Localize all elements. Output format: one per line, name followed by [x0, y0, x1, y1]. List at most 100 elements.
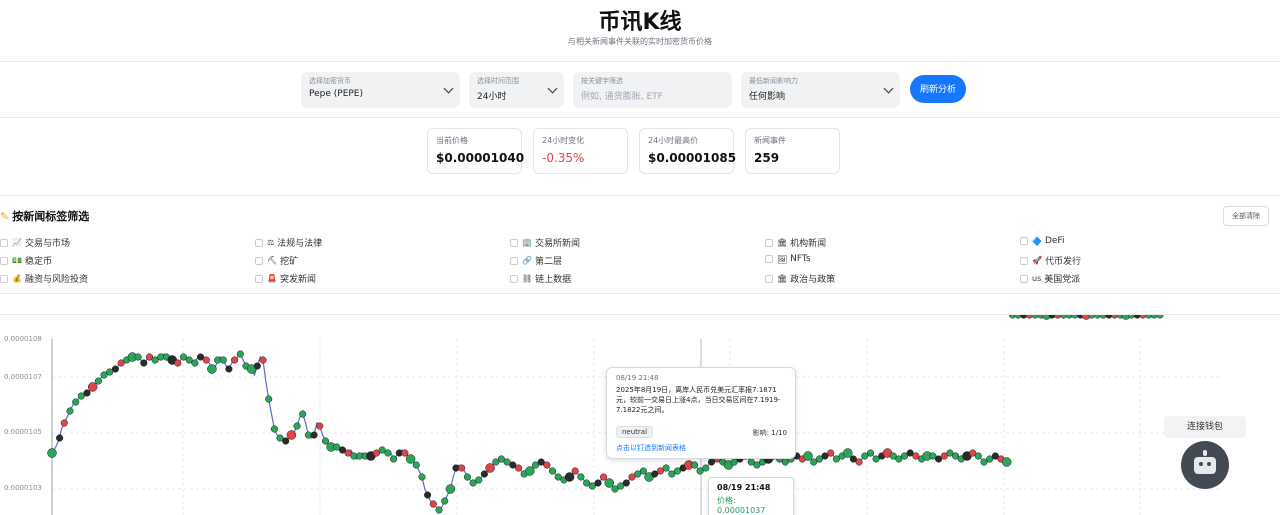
news-tooltip[interactable]: 08/19 21:48 2025年8月19日，离岸人民币兑美元汇率报7.1871…: [606, 367, 796, 459]
news-event-marker[interactable]: [219, 356, 227, 364]
checkbox-icon[interactable]: [765, 238, 773, 247]
checkbox-icon[interactable]: [0, 274, 8, 283]
news-event-marker[interactable]: [543, 461, 551, 469]
news-event-marker[interactable]: [401, 449, 409, 457]
news-event-marker[interactable]: [140, 359, 148, 367]
news-event-marker[interactable]: [286, 430, 297, 440]
news-event-marker[interactable]: [974, 452, 982, 460]
news-event-marker[interactable]: [564, 472, 575, 482]
checkbox-icon[interactable]: [510, 238, 518, 247]
news-event-marker[interactable]: [72, 398, 80, 406]
news-event-marker[interactable]: [270, 425, 278, 433]
news-event-marker[interactable]: [435, 506, 443, 514]
tag-filter-option[interactable]: 🏢 交易所新闻: [510, 236, 580, 252]
checkbox-icon[interactable]: [1020, 237, 1028, 245]
news-event-marker[interactable]: [66, 407, 74, 415]
news-event-marker[interactable]: [412, 461, 420, 469]
tag-filter-option[interactable]: 💰 融资与风险投资: [0, 272, 88, 288]
checkbox-icon[interactable]: [1020, 256, 1028, 265]
tag-filter-option[interactable]: 🔷 DeFi: [1020, 236, 1064, 252]
news-event-marker[interactable]: [47, 448, 57, 458]
checkbox-icon[interactable]: [255, 238, 263, 247]
news-event-marker[interactable]: [265, 395, 273, 403]
clear-all-button[interactable]: 全部清除: [1223, 206, 1269, 226]
news-event-marker[interactable]: [384, 449, 392, 457]
news-event-marker[interactable]: [525, 466, 535, 476]
news-event-marker[interactable]: [225, 365, 233, 373]
news-event-marker[interactable]: [191, 359, 199, 367]
news-event-marker[interactable]: [485, 463, 495, 473]
news-event-marker[interactable]: [702, 464, 710, 472]
checkbox-icon[interactable]: [510, 274, 518, 283]
checkbox-icon[interactable]: [1020, 274, 1028, 283]
chatbot-button[interactable]: [1181, 441, 1229, 489]
news-event-marker[interactable]: [463, 473, 471, 481]
news-event-marker[interactable]: [405, 454, 416, 464]
news-event-marker[interactable]: [424, 491, 432, 499]
refresh-button[interactable]: 刷新分析: [910, 75, 966, 103]
news-event-marker[interactable]: [207, 364, 217, 374]
tag-filter-option[interactable]: 📈 交易与市场: [0, 236, 70, 252]
news-event-marker[interactable]: [662, 464, 670, 472]
checkbox-icon[interactable]: [510, 256, 518, 265]
news-event-marker[interactable]: [321, 437, 330, 445]
news-event-marker[interactable]: [282, 437, 290, 445]
tag-filter-option[interactable]: ⛏ 挖矿: [255, 254, 298, 270]
checkbox-icon[interactable]: [0, 238, 8, 247]
news-event-marker[interactable]: [94, 377, 102, 385]
keyword-input[interactable]: 按关键字筛选 例如, 通货膨胀, ETF: [573, 72, 732, 108]
news-event-marker[interactable]: [60, 419, 68, 427]
news-event-marker[interactable]: [87, 382, 98, 392]
news-event-marker[interactable]: [259, 356, 267, 364]
tag-filter-option[interactable]: 💵 稳定币: [0, 254, 52, 270]
news-event-marker[interactable]: [594, 479, 602, 487]
news-event-marker[interactable]: [418, 473, 426, 481]
tag-filter-option[interactable]: 🏛 机构新闻: [765, 236, 826, 252]
connect-wallet-button[interactable]: 连接钱包: [1164, 416, 1246, 438]
news-event-marker[interactable]: [639, 467, 647, 475]
tag-filter-option[interactable]: 🔗 第二层: [510, 254, 562, 270]
news-event-marker[interactable]: [475, 476, 483, 484]
news-event-marker[interactable]: [600, 473, 608, 481]
tag-filter-option[interactable]: ⛓ 链上数据: [510, 272, 571, 288]
tag-filter-option[interactable]: ⚖ 法规与法律: [255, 236, 322, 252]
pin-news-link[interactable]: 点击以钉选到新闻表格: [616, 443, 686, 453]
checkbox-icon[interactable]: [255, 256, 263, 265]
news-event-marker[interactable]: [316, 422, 324, 430]
news-event-marker[interactable]: [174, 359, 182, 367]
news-event-marker[interactable]: [514, 464, 523, 472]
news-event-marker[interactable]: [548, 467, 557, 475]
news-event-marker[interactable]: [134, 353, 142, 361]
news-event-marker[interactable]: [1001, 457, 1012, 467]
checkbox-icon[interactable]: [765, 255, 773, 263]
tag-filter-option[interactable]: 🚨 突发新闻: [255, 272, 316, 288]
news-event-marker[interactable]: [827, 449, 835, 457]
news-event-marker[interactable]: [56, 434, 64, 442]
news-event-marker[interactable]: [458, 464, 466, 472]
news-event-marker[interactable]: [441, 497, 449, 505]
news-event-marker[interactable]: [571, 467, 579, 475]
news-event-marker[interactable]: [843, 448, 853, 458]
news-event-marker[interactable]: [83, 389, 91, 397]
news-event-marker[interactable]: [310, 431, 318, 439]
news-event-marker[interactable]: [480, 470, 488, 478]
news-event-marker[interactable]: [622, 479, 630, 487]
news-event-marker[interactable]: [803, 451, 813, 461]
news-event-marker[interactable]: [390, 455, 398, 463]
checkbox-icon[interactable]: [0, 256, 8, 265]
impact-select[interactable]: 最低新闻影响力 任何影响: [741, 72, 900, 108]
news-event-marker[interactable]: [604, 478, 615, 488]
tag-filter-option[interactable]: 🖼 NFTs: [765, 254, 811, 270]
news-event-marker[interactable]: [111, 365, 119, 373]
news-event-marker[interactable]: [855, 458, 863, 466]
news-event-marker[interactable]: [445, 484, 456, 494]
crypto-select[interactable]: 选择加密货币 Pepe (PEPE): [301, 72, 460, 108]
tag-filter-option[interactable]: us 美国党派: [1020, 272, 1080, 288]
news-event-marker[interactable]: [231, 356, 239, 364]
news-event-marker[interactable]: [1156, 315, 1164, 319]
news-event-marker[interactable]: [202, 356, 210, 364]
checkbox-icon[interactable]: [255, 274, 263, 283]
news-event-marker[interactable]: [429, 500, 437, 508]
tag-filter-option[interactable]: 🏛 政治与政策: [765, 272, 835, 288]
news-event-marker[interactable]: [253, 362, 261, 370]
